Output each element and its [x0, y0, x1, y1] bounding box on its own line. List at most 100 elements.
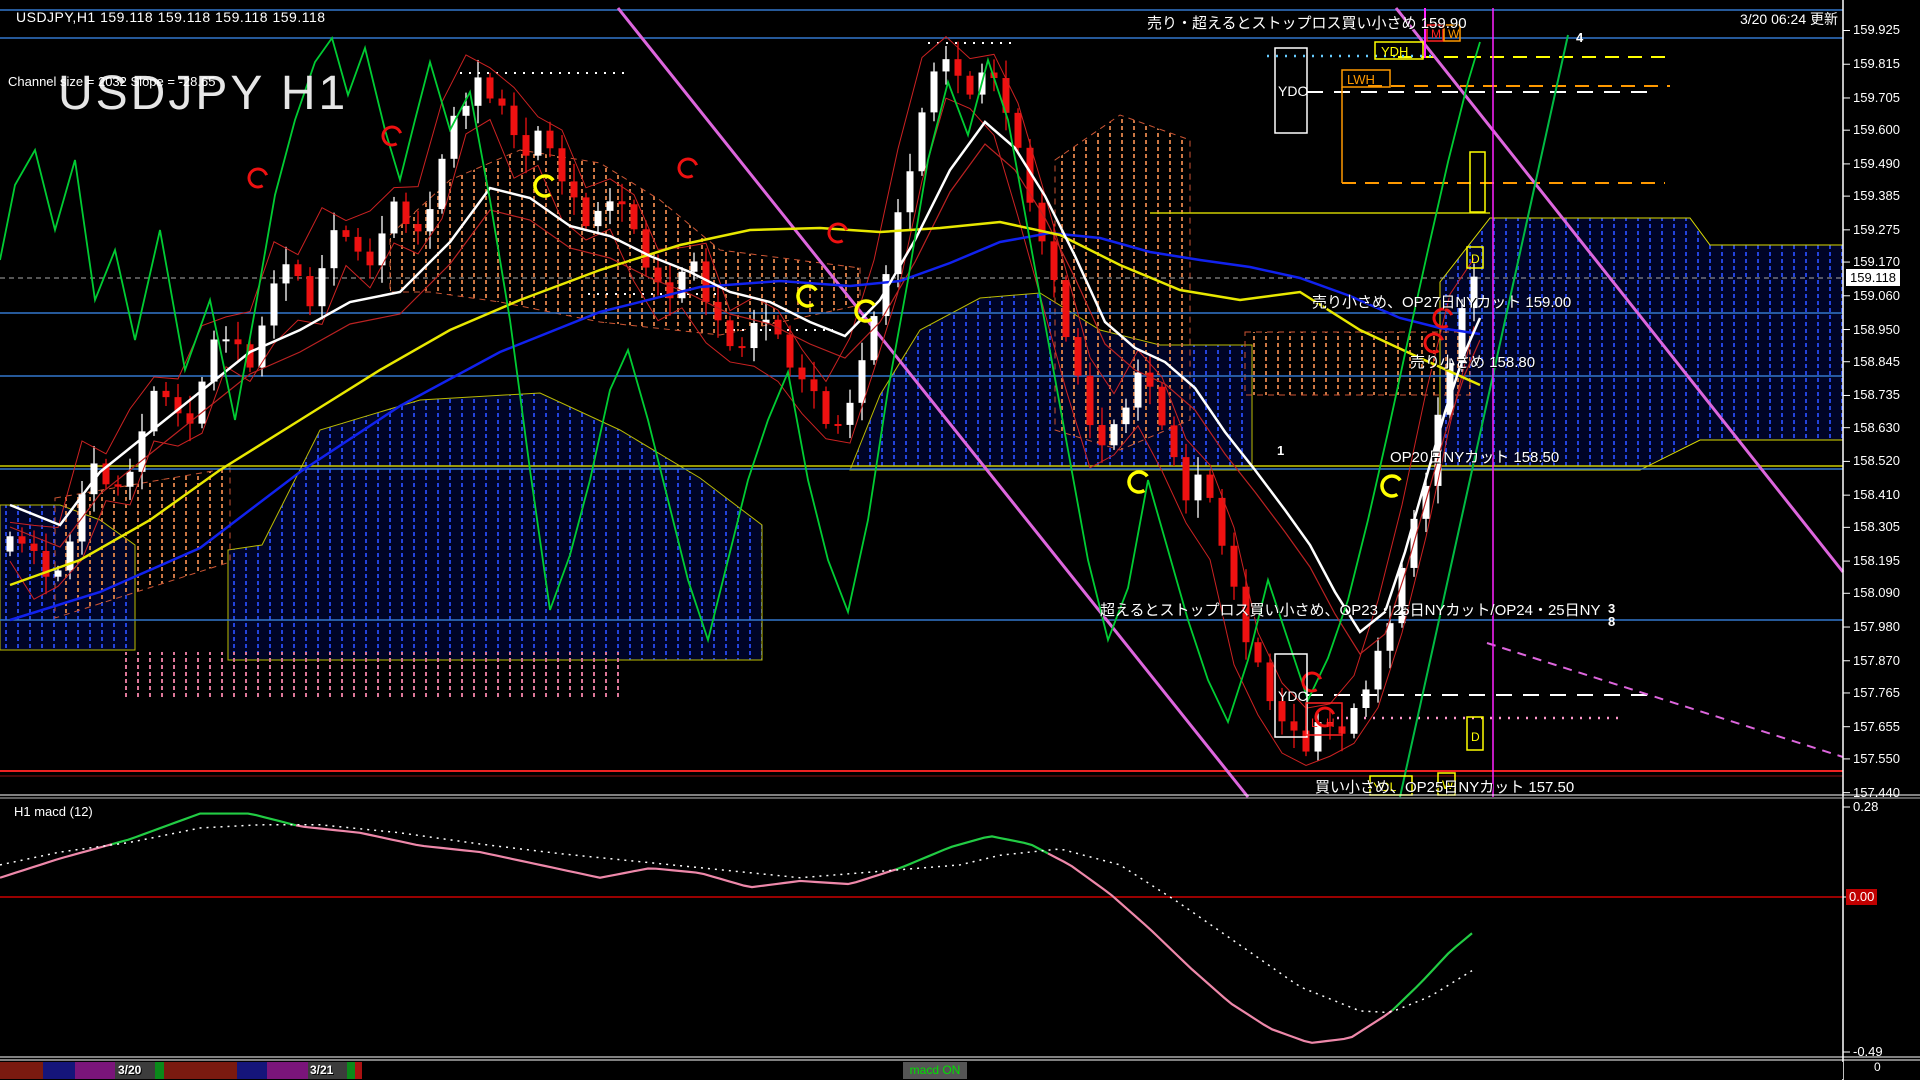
price-tick-label: 159.385: [1853, 188, 1900, 203]
level-label: L: [1311, 716, 1318, 730]
channel-info: Channel size = 2032 Slope = -28.65: [8, 74, 215, 89]
price-tick-label: 159.815: [1853, 56, 1900, 71]
level-label: D: [1471, 252, 1480, 266]
candle-body: [1207, 475, 1214, 498]
candle-body: [1135, 373, 1142, 408]
candle-body: [223, 339, 230, 341]
wave-number: 8: [1608, 614, 1615, 629]
price-tick-label: 158.845: [1853, 354, 1900, 369]
candle-body: [1015, 113, 1022, 148]
session-segment: [355, 1062, 362, 1079]
session-segment: [75, 1062, 115, 1079]
price-tick-label: 159.925: [1853, 22, 1900, 37]
candle-body: [1063, 280, 1070, 337]
candle-body: [1099, 425, 1106, 445]
trade-note: 買い小さめ、OP25日NYカット 157.50: [1315, 776, 1574, 797]
candle-body: [931, 71, 938, 112]
candle-body: [1087, 376, 1094, 425]
date-label: 3/21: [310, 1063, 333, 1077]
candle-body: [535, 131, 542, 156]
level-label: YDH: [1381, 44, 1408, 59]
macd-line: [896, 836, 1048, 869]
omega-marker-red: [676, 156, 701, 181]
price-tick-label: 158.630: [1853, 420, 1900, 435]
price-tick-label: 159.275: [1853, 222, 1900, 237]
price-tick-label: 158.410: [1853, 487, 1900, 502]
candle-body: [367, 252, 374, 266]
ichimoku-cloud: [125, 652, 620, 697]
candle-body: [811, 379, 818, 391]
session-segment: [155, 1062, 164, 1079]
omega-marker-yellow: [1378, 472, 1405, 499]
candle-body: [1183, 457, 1190, 500]
candle-body: [547, 131, 554, 149]
candle-body: [715, 302, 722, 320]
candle-body: [7, 536, 14, 551]
price-tick-label: 159.060: [1853, 288, 1900, 303]
price-tick-label: 158.090: [1853, 585, 1900, 600]
omega-marker-red: [246, 166, 271, 191]
trade-note: 売り小さめ、OP27日NYカット 159.00: [1312, 291, 1571, 312]
price-tick-label: 158.735: [1853, 387, 1900, 402]
candlestick-chart-canvas[interactable]: 4138YDOYDCYDHLWHYDLMWWLHDD: [0, 0, 1920, 1080]
price-tick-label: 159.705: [1853, 90, 1900, 105]
trade-note: 売り小さめ 158.80: [1410, 351, 1535, 372]
price-tick-label: 157.765: [1853, 685, 1900, 700]
macd-tick-label: 0.00: [1846, 889, 1877, 905]
candle-body: [631, 204, 638, 229]
candle-body: [583, 197, 590, 226]
level-label: LWH: [1347, 72, 1375, 87]
price-tick-label: 159.600: [1853, 122, 1900, 137]
macd-tick-label: 0.28: [1853, 799, 1878, 814]
session-segment: [164, 1062, 237, 1079]
price-tick-label: 158.520: [1853, 453, 1900, 468]
session-segment: [347, 1062, 355, 1079]
price-tick-label: 159.490: [1853, 156, 1900, 171]
candle-body: [31, 544, 38, 551]
candle-body: [355, 237, 362, 252]
candle-body: [943, 59, 950, 71]
candle-body: [967, 76, 974, 95]
price-tick-label: 157.655: [1853, 719, 1900, 734]
date-label: 3/20: [118, 1063, 141, 1077]
candle-body: [1123, 408, 1130, 425]
current-price-badge: 159.118: [1846, 269, 1900, 286]
candle-body: [1147, 373, 1154, 387]
candle-body: [739, 346, 746, 348]
macd-indicator-label: H1 macd (12): [14, 804, 93, 819]
candle-body: [559, 148, 566, 181]
price-tick-label: 157.980: [1853, 619, 1900, 634]
candle-body: [499, 98, 506, 105]
timeline-session-bar: 3/20 3/21 macd ON: [0, 1062, 1843, 1079]
candle-body: [871, 316, 878, 360]
level-label: YDC: [1278, 688, 1308, 704]
candle-body: [751, 323, 758, 348]
candle-body: [1111, 424, 1118, 445]
candle-body: [679, 272, 686, 298]
level-label: YDO: [1278, 83, 1308, 99]
candle-body: [787, 334, 794, 367]
candle-body: [439, 159, 446, 209]
candle-body: [799, 368, 806, 380]
candle-body: [163, 391, 170, 397]
level-label: H: [1326, 716, 1335, 730]
candle-body: [55, 570, 62, 576]
symbol-title: USDJPY,H1 159.118 159.118 159.118 159.11…: [16, 9, 326, 25]
macd-tick-label: -0.49: [1853, 1044, 1883, 1059]
macd-toggle-badge[interactable]: macd ON: [903, 1062, 967, 1079]
trading-chart-window: 4138YDOYDCYDHLWHYDLMWWLHDD USDJPY,H1 159…: [0, 0, 1920, 1080]
candle-body: [595, 211, 602, 226]
price-tick-label: 159.170: [1853, 254, 1900, 269]
candle-body: [1075, 337, 1082, 376]
candle-body: [331, 230, 338, 268]
candle-body: [1291, 721, 1298, 730]
wave-number: 4: [1576, 30, 1584, 45]
price-tick-label: 158.950: [1853, 322, 1900, 337]
candle-body: [823, 391, 830, 424]
omega-marker-red: [380, 124, 405, 149]
candle-body: [1279, 701, 1286, 721]
price-tick-label: 157.440: [1853, 785, 1900, 800]
price-tick-label: 157.550: [1853, 751, 1900, 766]
candle-body: [847, 403, 854, 425]
omega-marker-red: [826, 221, 851, 246]
